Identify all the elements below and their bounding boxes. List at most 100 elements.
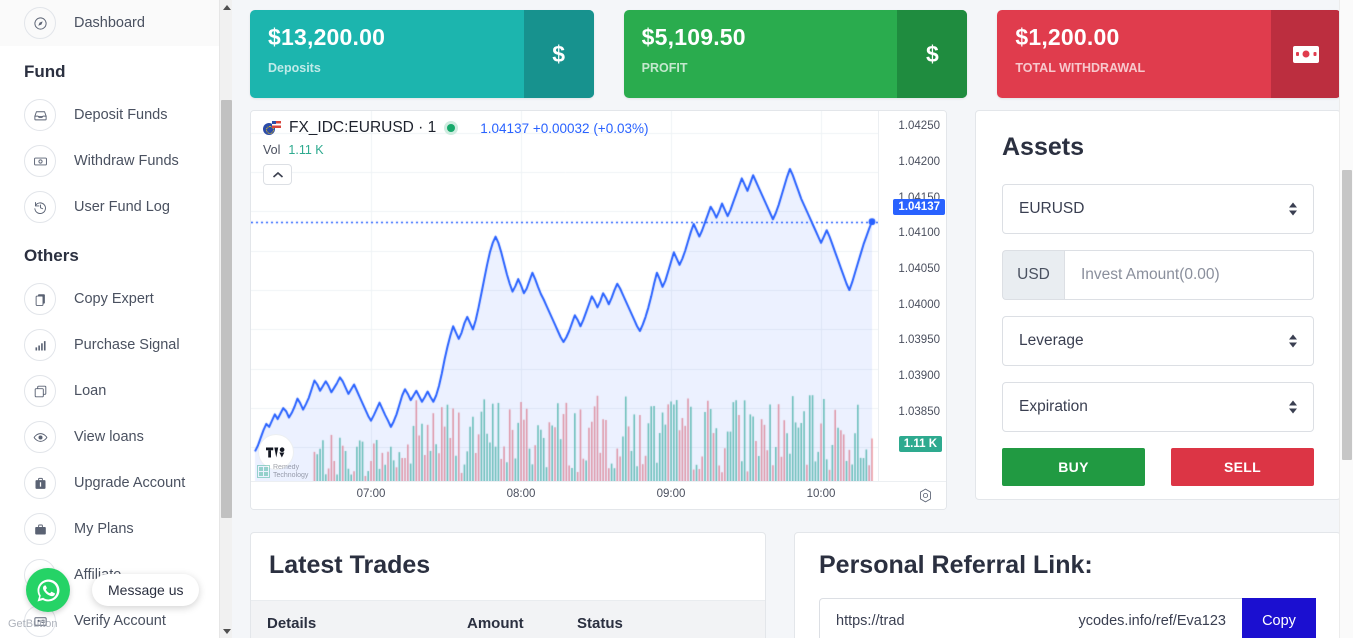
asset-symbol-value: EURUSD — [1019, 200, 1085, 217]
expiration-select[interactable]: Expiration — [1002, 382, 1314, 432]
sidebar-item-loan[interactable]: Loan — [0, 368, 232, 414]
sidebar-item-withdraw-funds[interactable]: Withdraw Funds — [0, 138, 232, 184]
whatsapp-icon[interactable] — [26, 568, 70, 612]
time-tick: 09:00 — [656, 488, 686, 500]
stat-card-body: $5,109.50 PROFIT — [624, 10, 898, 98]
sell-button[interactable]: SELL — [1171, 448, 1314, 486]
volume-badge: 1.11 K — [898, 436, 942, 452]
assets-title: Assets — [1002, 133, 1084, 161]
sidebar-item-user-fund-log[interactable]: User Fund Log — [0, 184, 232, 230]
price-tick: 1.03900 — [898, 370, 940, 382]
chart-time-axis[interactable]: 07:00 08:00 09:00 10:00 — [251, 481, 946, 509]
compass-icon — [24, 7, 56, 39]
main-content: $13,200.00 Deposits $ $5,109.50 PROFIT $… — [232, 0, 1353, 638]
copy-referral-button[interactable]: Copy — [1242, 598, 1316, 638]
referral-link-prefix: https://trad — [836, 613, 905, 629]
chevron-updown-icon — [1289, 202, 1297, 216]
stat-card-body: $1,200.00 TOTAL WITHDRAWAL — [997, 10, 1271, 98]
sidebar-item-label: User Fund Log — [74, 199, 170, 215]
sidebar-item-label: Copy Expert — [74, 291, 154, 307]
referral-link-input[interactable]: https://trad ycodes.info/ref/Eva123 — [819, 598, 1242, 638]
column-header-status: Status — [577, 615, 623, 632]
sidebar-item-deposit-funds[interactable]: Deposit Funds — [0, 92, 232, 138]
sidebar-scrollbar-thumb[interactable] — [221, 100, 232, 518]
chart-settings-gear-icon[interactable] — [917, 487, 934, 504]
chevron-updown-icon — [1289, 334, 1297, 348]
briefcase-icon — [24, 467, 56, 499]
time-tick: 07:00 — [356, 488, 386, 500]
stat-cards: $13,200.00 Deposits $ $5,109.50 PROFIT $… — [250, 10, 1342, 98]
sidebar-item-label: My Plans — [74, 521, 134, 537]
inbox-icon — [24, 99, 56, 131]
sidebar-item-label: Withdraw Funds — [74, 153, 179, 169]
invest-amount-group: USD — [1002, 250, 1314, 300]
chart-last-price: 1.04137 — [480, 120, 530, 136]
sidebar-scroll-area[interactable]: Dashboard Fund Deposit Funds Withdraw Fu… — [0, 0, 232, 638]
time-tick: 08:00 — [506, 488, 536, 500]
referral-panel: Personal Referral Link: https://trad yco… — [794, 532, 1341, 638]
sidebar-item-view-loans[interactable]: View loans — [0, 414, 232, 460]
trade-buttons: BUY SELL — [1002, 448, 1314, 486]
column-header-details: Details — [267, 615, 317, 632]
whatsapp-tooltip: Message us — [92, 574, 200, 606]
stat-value: $13,200.00 — [268, 24, 386, 50]
stat-card-deposits: $13,200.00 Deposits $ — [250, 10, 594, 98]
asset-symbol-select[interactable]: EURUSD — [1002, 184, 1314, 234]
banknote-icon — [1271, 10, 1342, 98]
currency-addon: USD — [1002, 250, 1064, 300]
sidebar-item-upgrade-account[interactable]: Upgrade Account — [0, 460, 232, 506]
price-tick: 1.03850 — [898, 406, 940, 418]
sidebar-section-others: Others — [24, 246, 79, 265]
invest-amount-input[interactable] — [1064, 250, 1314, 300]
chart-collapse-button[interactable] — [263, 164, 292, 185]
dollar-icon: $ — [523, 10, 594, 98]
sidebar-item-copy-expert[interactable]: Copy Expert — [0, 276, 232, 322]
sidebar-scroll-up-arrow[interactable] — [220, 0, 232, 14]
sidebar-scrollbar[interactable] — [219, 0, 232, 638]
getbutton-label: GetButton — [8, 618, 58, 630]
chart-change: +0.00032 — [532, 120, 590, 136]
whatsapp-widget[interactable]: Message us — [26, 568, 200, 612]
chart-volume-row: Vol 1.11 K — [263, 143, 648, 157]
remedy-watermark-icon: Remedy Technology — [257, 464, 308, 479]
sidebar-item-my-plans[interactable]: My Plans — [0, 506, 232, 552]
stat-value: $1,200.00 — [1015, 24, 1120, 50]
chart-quote: 1.04137 +0.00032 (+0.03%) — [480, 121, 648, 136]
leverage-select[interactable]: Leverage — [1002, 316, 1314, 366]
layers-icon — [24, 375, 56, 407]
page-scrollbar-thumb[interactable] — [1342, 170, 1352, 460]
copy-icon — [24, 283, 56, 315]
sidebar-item-label: Dashboard — [74, 15, 145, 31]
tradingview-chart-panel[interactable]: FX_IDC:EURUSD · 1 1.04137 +0.00032 (+0.0… — [250, 110, 947, 510]
eye-icon — [24, 421, 56, 453]
sidebar-item-label: Deposit Funds — [74, 107, 168, 123]
dashboard-page: Dashboard Fund Deposit Funds Withdraw Fu… — [0, 0, 1353, 638]
sidebar-scroll-down-arrow[interactable] — [220, 624, 232, 638]
price-tick: 1.03950 — [898, 334, 940, 346]
column-header-amount: Amount — [467, 615, 524, 632]
latest-trades-title: Latest Trades — [251, 533, 765, 601]
getbutton-watermark: GetButton — [8, 618, 58, 630]
stat-card-body: $13,200.00 Deposits — [250, 10, 524, 98]
expiration-value: Expiration — [1019, 398, 1088, 415]
latest-trades-table-header: Details Amount Status — [251, 601, 765, 638]
sidebar-item-label: Verify Account — [74, 613, 166, 629]
chart-symbol-row: FX_IDC:EURUSD · 1 1.04137 +0.00032 (+0.0… — [263, 119, 648, 137]
page-scrollbar[interactable] — [1339, 0, 1353, 638]
latest-trades-panel: Latest Trades Details Amount Status — [250, 532, 766, 638]
price-tick: 1.04200 — [898, 156, 940, 168]
sidebar-item-label: View loans — [74, 429, 144, 445]
sidebar-item-label: Loan — [74, 383, 107, 399]
chart-price-axis[interactable]: 1.04250 1.04200 1.04150 1.04137 1.04100 … — [878, 111, 946, 483]
market-status-dot-icon — [444, 121, 459, 135]
bottom-row: Latest Trades Details Amount Status Pers… — [250, 532, 1341, 638]
buy-button[interactable]: BUY — [1002, 448, 1145, 486]
chart-header: FX_IDC:EURUSD · 1 1.04137 +0.00032 (+0.0… — [263, 119, 648, 185]
stat-label: TOTAL WITHDRAWAL — [1015, 61, 1146, 75]
sidebar-item-purchase-signal[interactable]: Purchase Signal — [0, 322, 232, 368]
sidebar-item-label: Purchase Signal — [74, 337, 180, 353]
sidebar-item-dashboard[interactable]: Dashboard — [0, 0, 232, 46]
price-tick: 1.04100 — [898, 227, 940, 239]
sidebar: Dashboard Fund Deposit Funds Withdraw Fu… — [0, 0, 232, 638]
current-price-badge: 1.04137 — [893, 199, 945, 215]
